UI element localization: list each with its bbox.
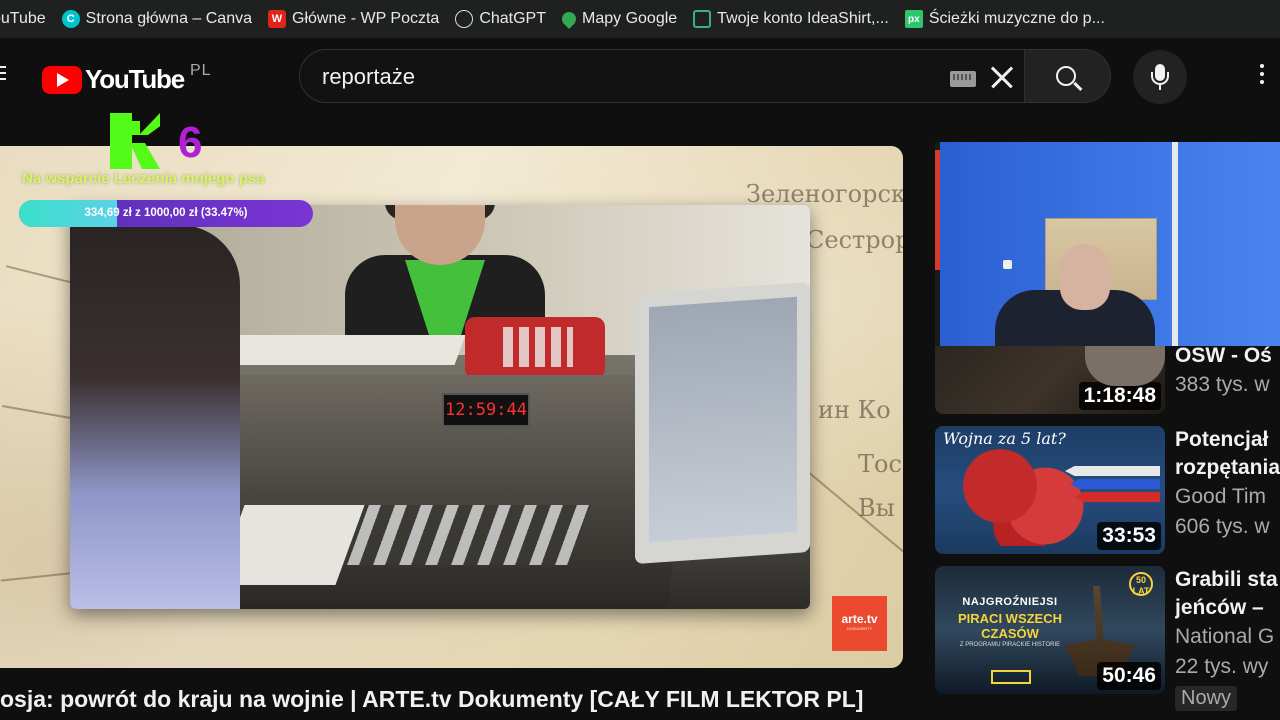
thumbnail-text: Z PROGRAMU PIRACKIE HISTORIE [959, 642, 1061, 648]
duration-badge: 50:46 [1097, 662, 1161, 690]
related-video[interactable]: NAJGROŹNIEJSI PIRACI WSZECH CZASÓW Z PRO… [935, 566, 1280, 711]
video-frame: 12:59:44 [70, 205, 810, 609]
kick-logo [110, 113, 160, 169]
more-options-icon[interactable] [1252, 64, 1272, 90]
bookmark-label: Główne - WP Poczta [292, 10, 440, 27]
related-video-views: 606 tys. w [1175, 515, 1270, 538]
bookmark-google-maps[interactable]: Mapy Google [554, 0, 685, 38]
new-badge: Nowy [1175, 686, 1238, 711]
related-video-title[interactable]: OSW - Oś [1175, 342, 1280, 370]
bookmark-chatgpt[interactable]: ChatGPT [447, 0, 554, 38]
bookmark-pixabay[interactable]: px Ścieżki muzyczne do p... [897, 0, 1113, 38]
bookmark-label: ChatGPT [479, 10, 546, 27]
video-thumbnail[interactable]: 1:18:48 [935, 346, 1165, 414]
wp-icon: W [268, 10, 286, 28]
studio-clock: 12:59:44 [442, 393, 530, 427]
search-button[interactable] [1024, 49, 1111, 103]
bookmark-label: Twoje konto IdeaShirt,... [717, 10, 889, 27]
country-code: PL [189, 61, 212, 79]
donation-progress-bar: 334,69 zł z 1000,00 zł (33.47%) [19, 200, 313, 227]
anniversary-badge: 50 LAT [1129, 572, 1153, 596]
related-video-views: 22 tys. wy [1175, 655, 1269, 678]
bookmark-label: Ścieżki muzyczne do p... [928, 10, 1105, 27]
duration-badge: 1:18:48 [1078, 382, 1161, 410]
bookmark-wp-poczta[interactable]: W Główne - WP Poczta [260, 0, 447, 38]
pixabay-icon: px [904, 10, 923, 28]
related-video[interactable]: Wojna za 5 lat? 33:53 Potencjał rozpętan… [935, 426, 1280, 554]
presenter-figure [345, 205, 545, 335]
related-video-title[interactable]: Grabili sta [1175, 566, 1280, 594]
donation-goal-title: Na wsparcie Leczenia mojego psa [22, 170, 265, 187]
monitor [635, 281, 810, 565]
map-text: Тос [858, 450, 902, 478]
donation-progress-text: 334,69 zł z 1000,00 zł (33.47%) [84, 207, 248, 219]
thumbnail-text: PIRACI WSZECH CZASÓW [958, 611, 1062, 641]
video-thumbnail[interactable]: NAJGROŹNIEJSI PIRACI WSZECH CZASÓW Z PRO… [935, 566, 1165, 694]
map-text: Сестрорецк [806, 226, 903, 254]
related-video-channel[interactable]: National G [1175, 622, 1280, 652]
map-text: Зеленогорск [746, 180, 903, 208]
bookmark-label: Strona główna – Canva [85, 10, 252, 27]
video-thumbnail[interactable]: Wojna za 5 lat? 33:53 [935, 426, 1165, 554]
ideashirt-icon [693, 10, 712, 28]
related-video-views: 383 tys. w [1175, 373, 1270, 396]
google-maps-icon [559, 9, 579, 29]
telephone [465, 317, 605, 379]
related-video-title-line2[interactable]: jeńców – [1175, 594, 1280, 622]
chatgpt-icon [455, 10, 474, 28]
related-video-title[interactable]: Potencjał [1175, 426, 1280, 454]
thumbnail-caption: Wojna za 5 lat? [943, 429, 1066, 448]
duration-badge: 33:53 [1097, 522, 1161, 550]
search-input[interactable] [322, 62, 922, 92]
search-box [299, 49, 1025, 103]
logo-wordmark: YouTube [85, 64, 185, 94]
youtube-logo[interactable]: YouTube PL [42, 61, 212, 95]
webcam-person-head [1060, 244, 1110, 310]
related-video-channel[interactable]: Good Tim [1175, 482, 1280, 512]
map-text: Вы [858, 494, 895, 522]
related-video[interactable]: 1:18:48 OSW - Oś 383 tys. w [935, 344, 1280, 414]
canva-icon: C [61, 10, 80, 28]
video-title: osja: powrót do kraju na wojnie | ARTE.t… [0, 686, 864, 712]
voice-search-button[interactable] [1133, 50, 1187, 104]
bookmark-canva[interactable]: C Strona główna – Canva [54, 0, 260, 38]
map-text: ин Ко [818, 396, 891, 424]
youtube-play-icon [42, 65, 82, 94]
thumbnail-text: NAJGROŹNIEJSI [962, 596, 1058, 608]
bookmark-label: ouTube [0, 10, 46, 27]
bookmark-label: Mapy Google [582, 10, 678, 27]
clear-search-icon[interactable] [986, 62, 1016, 92]
masthead: YouTube PL [0, 38, 1280, 118]
bookmark-ideashirt[interactable]: Twoje konto IdeaShirt,... [685, 0, 897, 38]
arte-watermark: arte.tv DOKUMENTY [832, 596, 887, 651]
listener-figure [70, 225, 240, 609]
related-video-title-line2[interactable]: rozpętania [1175, 454, 1280, 482]
bookmarks-bar: ouTube C Strona główna – Canva W Główne … [0, 0, 1280, 38]
menu-icon[interactable] [0, 66, 6, 80]
viewer-count: 6 [178, 118, 203, 167]
bookmark-youtube[interactable]: ouTube [0, 0, 54, 38]
keyboard-icon[interactable] [950, 71, 976, 87]
browser-window: ouTube C Strona główna – Canva W Główne … [0, 0, 1280, 720]
natgeo-logo [991, 670, 1031, 684]
